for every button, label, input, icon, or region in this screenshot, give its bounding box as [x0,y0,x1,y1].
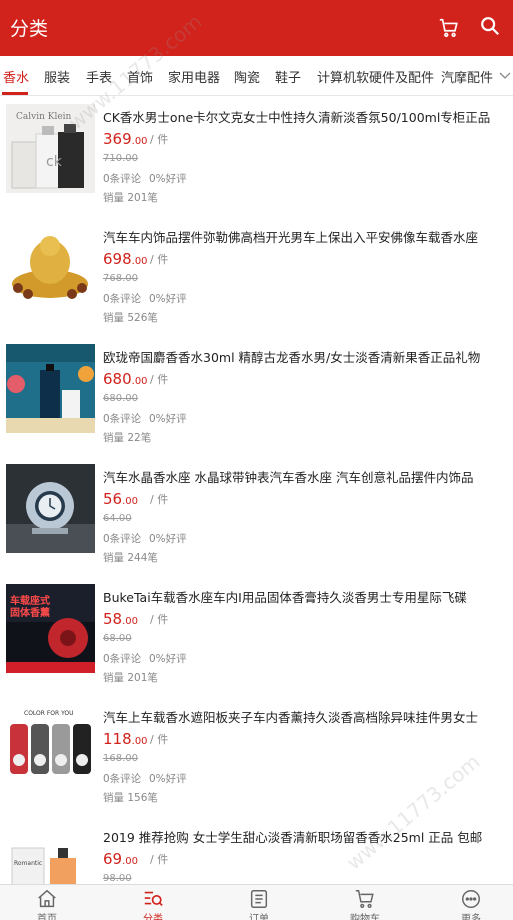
product-thumbnail[interactable] [6,464,95,553]
tab-ceramics[interactable]: 陶瓷 [234,67,260,86]
nav-orders[interactable]: 订单 [219,885,299,920]
product-thumbnail[interactable]: COLOR FOR YOU [6,704,95,793]
positive-rate: 0%好评 [149,653,187,665]
product-price: 69.00 [103,850,138,868]
tab-clothing[interactable]: 服装 [44,67,70,86]
product-thumbnail[interactable]: ck Calvin Klein [6,104,95,193]
product-item[interactable]: COLOR FOR YOU 汽车上车载香水遮阳板夹子车内香薰持久淡香高档除异味挂… [0,697,513,817]
nav-category[interactable]: 分类 [113,885,193,920]
original-price: 68.00 [103,633,132,644]
review-count: 0条评论 [103,773,142,785]
product-name[interactable]: BukeTai车载香水座车内I用品固体香膏持久淡香男士专用星际飞碟 [103,587,503,606]
search-icon[interactable] [479,15,501,37]
cart-icon [355,890,374,908]
top-app-bar: 分类 [0,0,513,56]
product-name[interactable]: CK香水男士one卡尔文克女士中性持久清新淡香氛50/100ml专柜正品 [103,107,503,126]
product-name[interactable]: 汽车水晶香水座 水晶球带钟表汽车香水座 汽车创意礼品摆件内饰品 [103,467,503,486]
positive-rate: 0%好评 [149,293,187,305]
product-item[interactable]: 汽车车内饰品摆件弥勒佛高档开光男车上保出入平安佛像车载香水座 698.00 / … [0,217,513,337]
thumbnail-brand-text: Romantic [14,860,43,867]
product-price: 58.00 [103,610,138,628]
sales-count: 销量 22笔 [103,432,152,444]
product-price: 118.00 [103,730,148,748]
original-price: 64.00 [103,513,132,524]
sales-count: 销量 156笔 [103,792,158,804]
product-price: 369.00 [103,130,148,148]
nav-more[interactable]: 更多 [431,885,511,920]
product-name[interactable]: 汽车上车载香水遮阳板夹子车内香薰持久淡香高档除异味挂件男女士 [103,707,503,726]
review-count: 0条评论 [103,653,142,665]
price-unit: / 件 [150,373,169,386]
review-count: 0条评论 [103,533,142,545]
nav-more-label: 更多 [461,914,481,920]
positive-rate: 0%好评 [149,773,187,785]
nav-home[interactable]: 首页 [7,885,87,920]
tab-perfume[interactable]: 香水 [3,67,29,86]
tab-shoes[interactable]: 鞋子 [275,67,301,86]
home-icon [38,889,56,908]
positive-rate: 0%好评 [149,413,187,425]
product-item[interactable]: 欧珑帝国麝香香水30ml 精醇古龙香水男/女士淡香清新果香正品礼物 680.00… [0,337,513,457]
product-name[interactable]: 汽车车内饰品摆件弥勒佛高档开光男车上保出入平安佛像车载香水座 [103,227,503,246]
product-price: 698.00 [103,250,148,268]
category-icon [144,891,163,907]
nav-cart[interactable]: 购物车 [325,885,405,920]
review-count: 0条评论 [103,293,142,305]
positive-rate: 0%好评 [149,533,187,545]
original-price: 168.00 [103,753,138,764]
price-unit: / 件 [150,733,169,746]
thumbnail-brand-text: Calvin Klein [16,112,72,122]
product-item[interactable]: Romantic 2019 推荐抢购 女士学生甜心淡香清新职场留香香水25ml … [0,817,513,884]
svg-text:ck: ck [46,154,63,170]
sales-count: 销量 526笔 [103,312,158,324]
nav-home-label: 首页 [37,914,57,920]
product-thumbnail[interactable]: Romantic [6,824,95,884]
product-item[interactable]: 汽车水晶香水座 水晶球带钟表汽车香水座 汽车创意礼品摆件内饰品 56.00 / … [0,457,513,577]
product-thumbnail[interactable] [6,224,95,313]
more-icon [462,890,480,908]
tab-watch[interactable]: 手表 [86,67,112,86]
price-unit: / 件 [150,613,169,626]
bottom-navigation: 首页 分类 订单 购物车 更多 [0,884,513,920]
page-title: 分类 [10,18,49,40]
nav-orders-label: 订单 [249,914,269,920]
order-icon [250,890,268,908]
positive-rate: 0%好评 [149,173,187,185]
thumbnail-brand-text: COLOR FOR YOU [24,710,74,717]
sales-count: 销量 201笔 [103,672,158,684]
price-unit: / 件 [150,853,169,866]
price-unit: / 件 [150,253,169,266]
original-price: 710.00 [103,153,138,164]
tab-jewelry[interactable]: 首饰 [127,67,153,86]
nav-category-label: 分类 [143,914,163,920]
product-thumbnail[interactable] [6,344,95,433]
original-price: 680.00 [103,393,138,404]
product-name[interactable]: 2019 推荐抢购 女士学生甜心淡香清新职场留香香水25ml 正品 包邮 [103,827,503,846]
sales-count: 销量 201笔 [103,192,158,204]
price-unit: / 件 [150,133,169,146]
tab-appliances[interactable]: 家用电器 [168,67,220,86]
chevron-down-icon[interactable] [498,68,512,82]
original-price: 768.00 [103,273,138,284]
product-price: 56.00 [103,490,138,508]
price-unit: / 件 [150,493,169,506]
active-tab-indicator [2,92,28,95]
product-name[interactable]: 欧珑帝国麝香香水30ml 精醇古龙香水男/女士淡香清新果香正品礼物 [103,347,503,366]
product-item[interactable]: 车载座式 固体香薰 BukeTai车载香水座车内I用品固体香膏持久淡香男士专用星… [0,577,513,697]
nav-cart-label: 购物车 [350,914,380,920]
product-item[interactable]: ck Calvin Klein CK香水男士one卡尔文克女士中性持久清新淡香氛… [0,97,513,217]
tab-auto-parts[interactable]: 汽摩配件 [441,67,493,86]
cart-icon[interactable] [438,17,460,39]
tab-computer[interactable]: 计算机软硬件及配件 [317,67,434,86]
review-count: 0条评论 [103,413,142,425]
product-price: 680.00 [103,370,148,388]
thumbnail-promo-text: 车载座式 固体香薰 [10,596,50,619]
product-thumbnail[interactable]: 车载座式 固体香薰 [6,584,95,673]
category-tabs: 香水 服装 手表 首饰 家用电器 陶瓷 鞋子 计算机软硬件及配件 汽摩配件 [0,56,513,96]
original-price: 98.00 [103,873,132,884]
sales-count: 销量 244笔 [103,552,158,564]
review-count: 0条评论 [103,173,142,185]
